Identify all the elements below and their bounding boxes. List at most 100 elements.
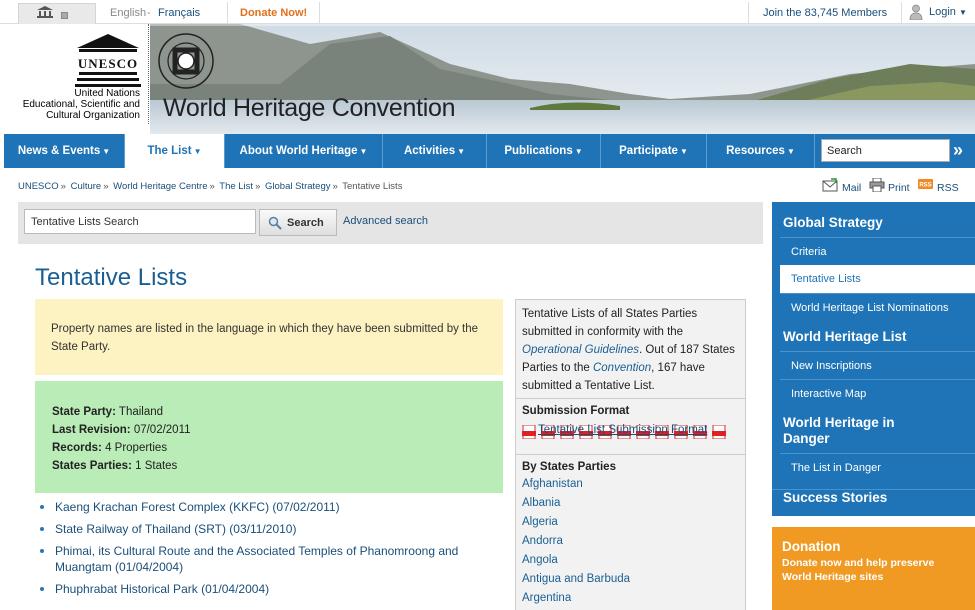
unesco-org-name: United Nations Educational, Scientific a… — [10, 88, 140, 121]
nav-news-events[interactable]: News & Events ▼ — [4, 134, 125, 168]
search-button[interactable]: Search — [259, 209, 337, 236]
property-item[interactable]: Phuphrabat Historical Park (01/04/2004) — [39, 581, 499, 597]
site-search-input[interactable] — [821, 139, 950, 162]
rss-icon: RSS — [918, 179, 933, 189]
page-title: Tentative Lists — [35, 264, 188, 291]
sidebar-item-criteria[interactable]: Criteria — [780, 237, 975, 265]
sidebar-heading-whl[interactable]: World Heritage List — [772, 329, 975, 345]
nav-the-list[interactable]: The List ▼ — [125, 134, 225, 168]
by-states-section: By States Parties Afghanistan Albania Al… — [516, 455, 745, 610]
content-area: Tentative Lists Property names are liste… — [18, 244, 763, 610]
nav-about[interactable]: About World Heritage ▼ — [225, 134, 383, 168]
nav-label: News & Events — [17, 145, 101, 157]
advanced-search-link[interactable]: Advanced search — [343, 215, 428, 227]
breadcrumb-sep: » — [209, 181, 215, 192]
convention-link[interactable]: Convention — [593, 362, 651, 374]
caret-down-icon: ▼ — [359, 147, 368, 156]
site-header: UNESCO United Nations Educational, Scien… — [0, 24, 975, 134]
donation-box[interactable]: Donation Donate now and help preserve Wo… — [772, 527, 975, 610]
world-heritage-emblem — [158, 33, 214, 89]
svg-text:UNESCO: UNESCO — [78, 56, 138, 71]
info-last-revision: Last Revision: 07/02/2011 — [52, 421, 486, 439]
breadcrumb-culture[interactable]: Culture — [71, 181, 102, 192]
caret-down-icon: ▼ — [574, 147, 583, 156]
state-link[interactable]: Antigua and Barbuda — [522, 570, 739, 589]
sidebar-item-new-inscriptions[interactable]: New Inscriptions — [780, 351, 975, 379]
info-value: 1 States — [135, 460, 178, 472]
main-nav: News & Events ▼ The List ▼ About World Her… — [4, 134, 975, 168]
nav-label: Publications — [504, 145, 573, 157]
state-link[interactable]: Algeria — [522, 513, 739, 532]
submission-format-link[interactable]: Tentative List Submission Format — [538, 424, 707, 436]
info-value: Thailand — [118, 406, 164, 418]
property-list: Kaeng Krachan Forest Complex (KKFC) (07/… — [39, 499, 499, 603]
breadcrumb-sep: » — [103, 181, 109, 192]
nav-participate[interactable]: Participate ▼ — [601, 134, 707, 168]
nav-label: About World Heritage — [239, 145, 358, 157]
sidebar-item-nominations[interactable]: World Heritage List Nominations — [780, 293, 975, 321]
site-title[interactable]: World Heritage Convention — [163, 94, 456, 123]
tentative-search-bar: Search Advanced search — [18, 202, 763, 244]
property-item[interactable]: Phimai, its Cultural Route and the Assoc… — [39, 543, 499, 575]
printer-icon — [869, 178, 885, 192]
unesco-logo: UNESCO — [75, 34, 141, 87]
sidebar-item-list-in-danger[interactable]: The List in Danger — [780, 453, 975, 481]
nav-label: The List — [147, 145, 192, 157]
operational-guidelines-link[interactable]: Operational Guidelines — [522, 344, 639, 356]
nav-label: Participate — [619, 145, 678, 157]
breadcrumb-whc[interactable]: World Heritage Centre — [113, 181, 207, 192]
search-go-icon[interactable]: » — [953, 140, 975, 162]
lang-separator: - — [147, 7, 151, 19]
state-link[interactable]: Andorra — [522, 532, 739, 551]
property-item[interactable]: State Railway of Thailand (SRT) (03/11/2… — [39, 521, 499, 537]
sidebar-item-interactive-map[interactable]: Interactive Map — [780, 379, 975, 407]
breadcrumb: UNESCO» Culture» World Heritage Centre» … — [18, 181, 402, 192]
state-link[interactable]: Albania — [522, 494, 739, 513]
login-link[interactable]: Login ▼ — [929, 6, 967, 18]
logo-divider — [148, 24, 149, 124]
join-members-link[interactable]: Join the 83,745 Members — [748, 2, 903, 24]
nav-label: Resources — [726, 145, 785, 157]
breadcrumb-unesco[interactable]: UNESCO — [18, 181, 59, 192]
info-states-parties: States Parties: 1 States — [52, 457, 486, 475]
state-party-info: State Party: Thailand Last Revision: 07/… — [35, 381, 503, 493]
sidebar-item-tentative-lists[interactable]: Tentative Lists — [780, 265, 975, 293]
info-value: 07/02/2011 — [133, 424, 191, 436]
nav-activities[interactable]: Activities ▼ — [383, 134, 487, 168]
sidebar-heading-in-danger[interactable]: World Heritage in Danger — [772, 415, 975, 447]
pdf-icon — [712, 425, 726, 439]
search-button-label: Search — [287, 217, 324, 229]
lang-french[interactable]: Français — [158, 7, 200, 19]
info-records: Records: 4 Properties — [52, 439, 486, 457]
state-link[interactable]: Afghanistan — [522, 475, 739, 494]
nav-publications[interactable]: Publications ▼ — [487, 134, 601, 168]
pdf-icon — [522, 425, 536, 439]
aside-intro: Tentative Lists of all States Parties su… — [516, 300, 745, 399]
property-item[interactable]: Kaeng Krachan Forest Complex (KKFC) (07/… — [39, 499, 499, 515]
sidebar-heading-global-strategy[interactable]: Global Strategy — [772, 215, 975, 231]
info-label: States Parties: — [52, 460, 132, 472]
info-label: Last Revision: — [52, 424, 131, 436]
donate-now-link[interactable]: Donate Now! — [227, 2, 321, 24]
info-label: Records: — [52, 442, 102, 454]
aside-intro-text: Tentative Lists of all States Parties su… — [522, 308, 698, 338]
info-state-party: State Party: Thailand — [52, 403, 486, 421]
square-icon — [61, 12, 68, 19]
unesco-tab[interactable] — [18, 3, 96, 24]
tentative-lists-search-input[interactable] — [24, 209, 256, 234]
nav-label: Activities — [403, 145, 456, 157]
lang-english[interactable]: English — [110, 7, 146, 19]
state-link[interactable]: Argentina — [522, 589, 739, 608]
states-list: Afghanistan Albania Algeria Andorra Ango… — [522, 475, 739, 608]
search-icon — [268, 216, 282, 230]
language-notice: Property names are listed in the languag… — [35, 299, 503, 375]
donation-title: Donation — [782, 539, 841, 554]
mail-icon — [822, 178, 838, 192]
sidebar-heading-success-stories[interactable]: Success Stories — [772, 489, 975, 506]
breadcrumb-the-list[interactable]: The List — [219, 181, 253, 192]
right-sidebar: Global Strategy Criteria Tentative Lists… — [772, 202, 975, 516]
state-link[interactable]: Angola — [522, 551, 739, 570]
breadcrumb-global-strategy[interactable]: Global Strategy — [265, 181, 330, 192]
caret-down-icon: ▼ — [457, 147, 466, 156]
nav-resources[interactable]: Resources ▼ — [707, 134, 815, 168]
